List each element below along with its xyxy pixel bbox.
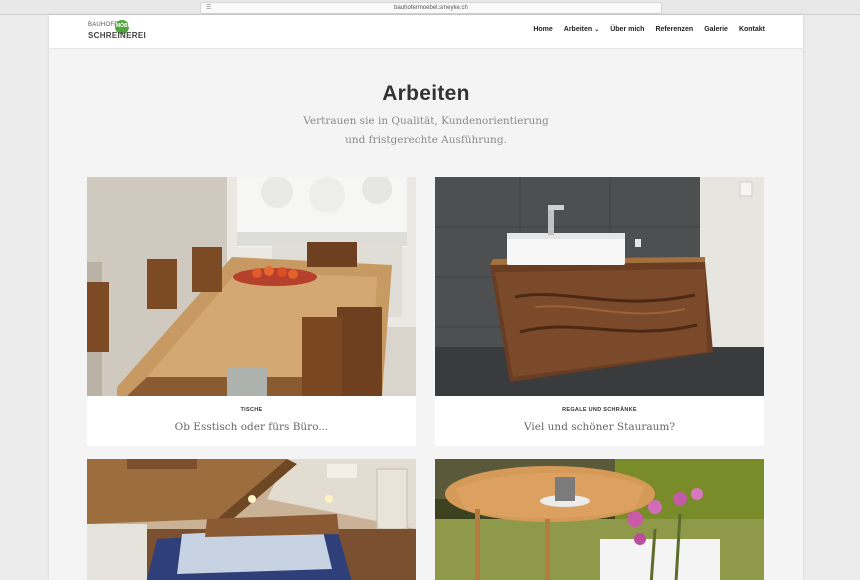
portfolio-card-regale[interactable]: REGALE UND SCHRÄNKE Viel und schöner Sta… (435, 177, 764, 446)
project-image-bathroom-cabinet[interactable] (435, 177, 764, 396)
logo-line2: SCHREINEREI (88, 31, 146, 40)
nav-galerie[interactable]: Galerie (704, 26, 728, 33)
portfolio-card-4[interactable] (435, 459, 764, 580)
card-title[interactable]: Ob Esstisch oder fürs Büro... (87, 421, 416, 433)
logo-badge-text: MÖBEL (116, 23, 135, 29)
project-image-dining-table[interactable] (87, 177, 416, 396)
portfolio-card-3[interactable] (87, 459, 416, 580)
nav-home[interactable]: Home (533, 26, 552, 33)
nav-referenzen[interactable]: Referenzen (655, 26, 693, 33)
portfolio-card-tische[interactable]: TISCHE Ob Esstisch oder fürs Büro... (87, 177, 416, 446)
project-image-coffee-table[interactable] (435, 459, 764, 580)
card-title[interactable]: Viel und schöner Stauraum? (435, 421, 764, 433)
page-subtitle: Vertrauen sie in Qualität, Kundenorienti… (303, 115, 549, 146)
url-text: bauhofermoebel.smeyke.ch (394, 5, 468, 11)
card-category[interactable]: REGALE UND SCHRÄNKE (435, 407, 764, 413)
project-image-bedroom[interactable] (87, 459, 416, 580)
nav-ueber-mich[interactable]: Über mich (610, 26, 644, 33)
nav-kontakt[interactable]: Kontakt (739, 26, 765, 33)
card-category[interactable]: TISCHE (87, 407, 416, 413)
page-title: Arbeiten (382, 82, 470, 105)
nav-arbeiten[interactable]: Arbeiten ⌄ (564, 26, 599, 33)
reader-icon[interactable]: ☰ (206, 3, 211, 13)
chevron-down-icon: ⌄ (594, 27, 600, 33)
page: BAUHOFER MÖBEL SCHREINEREI Home Arbeiten… (49, 15, 803, 580)
address-bar[interactable]: ☰ bauhofermoebel.smeyke.ch (200, 2, 662, 14)
site-header: BAUHOFER MÖBEL SCHREINEREI Home Arbeiten… (49, 15, 803, 49)
browser-toolbar: ☰ bauhofermoebel.smeyke.ch (0, 0, 860, 15)
nav-arbeiten-label: Arbeiten (563, 26, 593, 33)
site-logo[interactable]: BAUHOFER MÖBEL SCHREINEREI (88, 20, 146, 44)
main-navigation: Home Arbeiten ⌄ Über mich Referenzen Gale… (533, 26, 765, 33)
